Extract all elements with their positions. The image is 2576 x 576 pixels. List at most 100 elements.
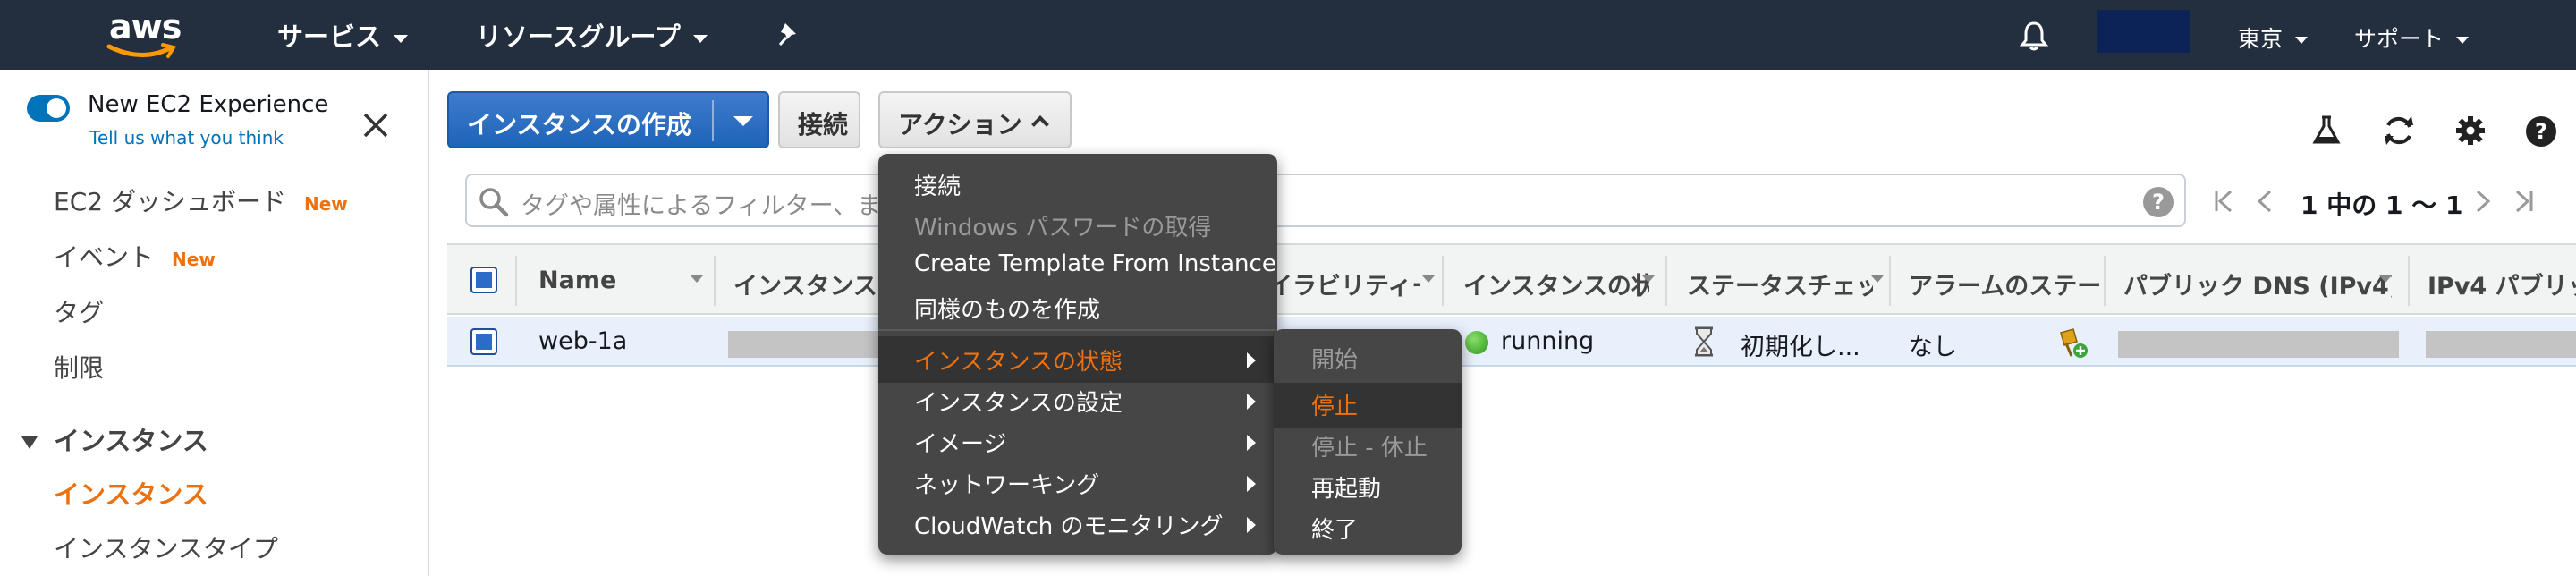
menu-item-launch-more-like-this[interactable]: 同様のものを作成 xyxy=(914,292,1100,325)
filter-search-box[interactable]: タグや属性によるフィルター、また ? xyxy=(465,174,2186,227)
redacted-ipv4-public xyxy=(2426,331,2576,358)
aws-smile-icon xyxy=(106,43,177,58)
first-page-icon[interactable] xyxy=(2211,188,2238,215)
submenu-item-terminate[interactable]: 終了 xyxy=(1311,512,1358,545)
column-header-instance-state[interactable]: インスタンスの状 xyxy=(1463,267,1649,301)
column-header-ipv4-public[interactable]: IPv4 パブリッ xyxy=(2428,267,2576,301)
submenu-item-start: 開始 xyxy=(1311,347,1359,374)
actions-button[interactable]: アクション xyxy=(878,91,1072,148)
create-instance-button[interactable]: インスタンスの作成 xyxy=(447,91,769,148)
sidebar-item-ec2-dashboard[interactable]: EC2 ダッシュボード New xyxy=(54,182,348,218)
submenu-arrow-icon xyxy=(1247,352,1256,368)
connect-button[interactable]: 接続 xyxy=(778,91,860,148)
filter-help-icon[interactable]: ? xyxy=(2143,187,2174,217)
sidebar-item-label: EC2 ダッシュボード xyxy=(54,187,286,216)
row-checkbox[interactable] xyxy=(470,328,497,355)
region-menu[interactable]: 東京 xyxy=(2238,21,2309,54)
next-page-icon[interactable] xyxy=(2469,188,2496,215)
chevron-up-icon xyxy=(1031,115,1049,133)
new-badge: New xyxy=(172,249,216,270)
column-divider xyxy=(1665,256,1667,306)
menu-item-instance-state[interactable]: インスタンスの状態 xyxy=(914,343,1123,377)
sidebar-item-label: イベント xyxy=(54,242,155,272)
submenu-arrow-icon xyxy=(1247,517,1256,533)
help-icon[interactable]: ? xyxy=(2524,114,2558,148)
services-label: サービス xyxy=(277,21,382,52)
menu-item-create-template[interactable]: Create Template From Instance xyxy=(914,250,1276,277)
region-label: 東京 xyxy=(2238,26,2284,52)
svg-text:?: ? xyxy=(2535,119,2547,144)
sidebar-item-limits[interactable]: 制限 xyxy=(54,349,104,385)
account-menu[interactable] xyxy=(2097,10,2190,53)
redacted-public-dns xyxy=(2118,331,2399,358)
column-header-name[interactable]: Name xyxy=(538,267,699,294)
sidebar-section-label: インスタンス xyxy=(54,426,208,456)
column-header-status-check[interactable]: ステータスチェッ xyxy=(1687,267,1873,301)
menu-item-instance-settings[interactable]: インスタンスの設定 xyxy=(914,385,1123,418)
sort-caret-icon[interactable] xyxy=(1871,275,1884,283)
sidebar-item-label: 制限 xyxy=(54,353,105,383)
row-state-label: running xyxy=(1501,327,1595,355)
pin-icon[interactable] xyxy=(776,21,803,48)
flask-icon[interactable] xyxy=(2311,114,2342,147)
column-divider xyxy=(515,256,517,306)
instance-state-submenu: 開始 停止 停止 - 休止 再起動 終了 xyxy=(1274,329,1462,555)
column-header-instance-id[interactable]: インスタンス xyxy=(733,267,877,301)
sort-caret-icon[interactable] xyxy=(2379,275,2392,283)
create-alarm-icon[interactable] xyxy=(2054,326,2089,360)
bell-icon[interactable] xyxy=(2018,20,2050,52)
hourglass-icon xyxy=(1695,326,1713,357)
feedback-link[interactable]: Tell us what you think xyxy=(89,127,284,148)
sort-caret-icon[interactable] xyxy=(1642,275,1655,283)
top-navigation-bar: aws サービス リソースグループ 東京 サポート xyxy=(0,0,2576,70)
select-all-checkbox[interactable] xyxy=(470,267,497,293)
row-instance-state: running xyxy=(1465,327,1594,355)
last-page-icon[interactable] xyxy=(2510,188,2537,215)
submenu-item-stop[interactable]: 停止 xyxy=(1311,388,1358,421)
submenu-item-reboot[interactable]: 再起動 xyxy=(1311,470,1381,504)
sidebar: New EC2 Experience Tell us what you thin… xyxy=(0,70,429,576)
column-header-availability-zone[interactable]: イラビリティー xyxy=(1268,267,1420,301)
table-row[interactable]: web-1a running 初期化し... なし xyxy=(447,317,2576,367)
sort-caret-icon[interactable] xyxy=(691,275,703,283)
support-menu[interactable]: サポート xyxy=(2354,21,2470,54)
chevron-down-icon xyxy=(394,34,409,43)
menu-item-networking[interactable]: ネットワーキング xyxy=(914,467,1099,500)
resource-groups-label: リソースグループ xyxy=(476,21,681,52)
new-badge: New xyxy=(303,193,348,215)
close-icon[interactable] xyxy=(360,109,392,141)
connect-label: 接続 xyxy=(798,110,849,140)
sidebar-section-instances[interactable]: インスタンス xyxy=(21,420,208,458)
filter-placeholder: タグや属性によるフィルター、また xyxy=(521,192,878,220)
prev-page-icon[interactable] xyxy=(2252,188,2279,215)
sidebar-item-events[interactable]: イベント New xyxy=(54,238,216,274)
menu-item-image[interactable]: イメージ xyxy=(914,426,1006,459)
refresh-icon[interactable] xyxy=(2381,114,2417,147)
menu-item-cloudwatch-monitoring[interactable]: CloudWatch のモニタリング xyxy=(914,508,1223,541)
column-divider xyxy=(2104,256,2106,306)
chevron-down-icon xyxy=(692,34,708,43)
aws-logo[interactable]: aws xyxy=(106,7,186,61)
gear-icon[interactable] xyxy=(2454,114,2487,147)
row-name: web-1a xyxy=(538,327,628,355)
column-divider xyxy=(2408,256,2410,306)
column-header-alarm-status[interactable]: アラームのステー xyxy=(1909,267,2100,301)
menu-item-connect[interactable]: 接続 xyxy=(914,168,961,201)
sidebar-item-instances[interactable]: インスタンス xyxy=(54,474,208,512)
instances-table-header: Name インスタンス イラビリティー インスタンスの状 ステータスチェッ アラ… xyxy=(447,243,2576,315)
submenu-arrow-icon xyxy=(1247,394,1256,410)
sidebar-item-tags[interactable]: タグ xyxy=(54,293,104,329)
column-header-public-dns[interactable]: パブリック DNS (IPv4) xyxy=(2123,267,2392,301)
sidebar-item-instance-types[interactable]: インスタンスタイプ xyxy=(54,529,278,565)
sort-caret-icon[interactable] xyxy=(1422,275,1435,283)
services-menu[interactable]: サービス xyxy=(277,16,409,54)
chevron-down-icon[interactable] xyxy=(733,116,753,126)
aws-logo-text: aws xyxy=(109,7,182,47)
resource-groups-menu[interactable]: リソースグループ xyxy=(476,16,708,54)
menu-item-get-windows-password: Windows パスワードの取得 xyxy=(914,215,1212,241)
new-experience-toggle[interactable] xyxy=(27,95,70,122)
collapse-triangle-icon xyxy=(21,436,38,449)
sidebar-item-label: タグ xyxy=(54,298,105,327)
menu-separator xyxy=(878,329,1277,331)
column-divider xyxy=(714,256,716,306)
